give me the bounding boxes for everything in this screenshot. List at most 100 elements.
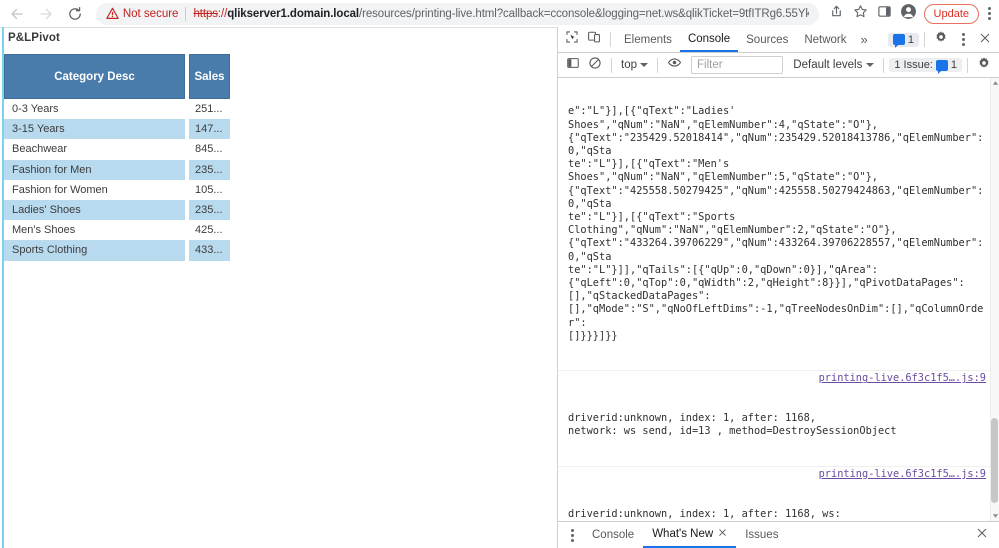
- live-expression-button[interactable]: [663, 54, 685, 76]
- console-scrollbar-thumb[interactable]: [991, 418, 998, 503]
- console-context-label: top: [621, 59, 637, 71]
- table-cell-sales[interactable]: 235...: [189, 199, 230, 221]
- kebab-menu-icon: [570, 528, 574, 543]
- devtools-close-button[interactable]: [974, 29, 996, 51]
- devtools-settings-button[interactable]: [930, 29, 952, 51]
- profile-button[interactable]: [897, 2, 921, 26]
- side-panel-button[interactable]: [873, 2, 897, 26]
- reload-icon: [67, 6, 83, 22]
- url-scheme: https: [193, 7, 218, 20]
- devtools-menu-button[interactable]: [952, 29, 974, 51]
- console-log-area: e":"L"}],[{"qText":"Ladies' Shoes","qNum…: [558, 78, 999, 521]
- console-levels-label: Default levels: [793, 59, 863, 71]
- table-cell-sales[interactable]: 235...: [189, 159, 230, 180]
- table-row[interactable]: 0-3 Years: [4, 99, 185, 120]
- console-log-entry[interactable]: printing-live.6f3c1f5….js:9 driverid:unk…: [558, 467, 990, 521]
- console-log-levels-selector[interactable]: Default levels: [789, 59, 878, 71]
- devtools-panel: Elements Console Sources Network » 1 top…: [557, 27, 999, 548]
- device-toolbar-icon: [587, 30, 601, 49]
- table-row[interactable]: Sports Clothing: [4, 240, 185, 261]
- tab-console[interactable]: Console: [679, 27, 739, 52]
- share-button[interactable]: [825, 2, 849, 26]
- drawer-menu-button[interactable]: [561, 524, 583, 546]
- drawer-tab-label: Issues: [745, 529, 779, 541]
- console-sidebar-button[interactable]: [562, 54, 584, 76]
- kebab-menu-icon: [961, 32, 965, 47]
- devtools-tabbar: Elements Console Sources Network » 1: [558, 27, 999, 53]
- more-tabs-button[interactable]: »: [855, 32, 874, 47]
- table-row[interactable]: Fashion for Men: [4, 159, 185, 180]
- bookmark-button[interactable]: [849, 2, 873, 26]
- issues-counter[interactable]: 1 Issue: 1: [889, 58, 962, 74]
- drawer-tab-whats-new[interactable]: What's New: [643, 522, 737, 548]
- not-secure-label: Not secure: [122, 7, 179, 20]
- console-log-source-link[interactable]: printing-live.6f3c1f5….js:9: [819, 468, 986, 481]
- table-cell-sales[interactable]: 251...: [189, 99, 230, 120]
- back-button[interactable]: [4, 1, 29, 27]
- console-log-source-link[interactable]: printing-live.6f3c1f5….js:9: [819, 372, 986, 385]
- drawer-tab-issues[interactable]: Issues: [736, 522, 787, 548]
- url-path: /resources/printing-live.html?callback=c…: [359, 7, 809, 20]
- pivot-column-dimension: Category Desc 0-3 Years 3-15 Years Beach…: [4, 54, 185, 261]
- messages-badge[interactable]: 1: [887, 32, 919, 48]
- column-header-category[interactable]: Category Desc: [4, 54, 185, 99]
- console-scrollbar[interactable]: [990, 78, 999, 521]
- table-row[interactable]: Beachwear: [4, 139, 185, 160]
- table-row[interactable]: Fashion for Women: [4, 179, 185, 200]
- console-log-entry[interactable]: printing-live.6f3c1f5….js:9 driverid:unk…: [558, 371, 990, 467]
- table-row[interactable]: Men's Shoes: [4, 220, 185, 241]
- close-icon: [976, 526, 988, 544]
- tabbar-divider-2: [924, 32, 925, 47]
- console-settings-button[interactable]: [973, 54, 995, 76]
- table-cell-sales[interactable]: 425...: [189, 220, 230, 241]
- gear-icon: [977, 56, 991, 75]
- console-filter-input[interactable]: [691, 56, 784, 74]
- arrow-left-icon: [9, 6, 25, 22]
- warning-triangle-icon: [106, 7, 119, 20]
- clear-console-button[interactable]: [584, 54, 606, 76]
- table-cell-sales[interactable]: 433...: [189, 240, 230, 261]
- reload-button[interactable]: [63, 1, 88, 27]
- page-title: P&LPivot: [8, 32, 60, 44]
- table-row[interactable]: 3-15 Years: [4, 119, 185, 140]
- star-icon: [853, 4, 868, 24]
- update-button-label: Update: [933, 7, 970, 20]
- browser-menu-button[interactable]: [979, 2, 999, 26]
- devtools-drawer-tabbar: Console What's New Issues: [558, 521, 999, 548]
- close-icon[interactable]: [718, 528, 727, 540]
- scroll-up-arrow-icon[interactable]: [992, 79, 999, 87]
- console-toolbar-divider-2: [657, 57, 658, 73]
- tab-network[interactable]: Network: [796, 27, 854, 52]
- url-host: qlikserver1.domain.local: [227, 7, 360, 20]
- gear-icon: [934, 30, 948, 49]
- console-log-entry[interactable]: e":"L"}],[{"qText":"Ladies' Shoes","qNum…: [558, 78, 990, 372]
- table-cell-sales[interactable]: 105...: [189, 179, 230, 200]
- share-icon: [829, 4, 844, 24]
- issues-count: 1: [950, 59, 957, 71]
- device-toolbar-button[interactable]: [583, 29, 605, 51]
- message-badge-icon: [892, 34, 905, 48]
- messages-badge-count: 1: [907, 33, 914, 46]
- chevron-down-icon: [640, 63, 648, 67]
- update-button[interactable]: Update: [923, 3, 980, 24]
- console-log-list: e":"L"}],[{"qText":"Ladies' Shoes","qNum…: [558, 78, 990, 521]
- address-bar[interactable]: Not secure https://qlikserver1.domain.lo…: [95, 2, 819, 25]
- table-cell-sales[interactable]: 147...: [189, 119, 230, 140]
- console-context-selector[interactable]: top: [617, 59, 652, 71]
- inspect-element-button[interactable]: [561, 29, 583, 51]
- table-cell-sales[interactable]: 845...: [189, 139, 230, 160]
- tab-sources[interactable]: Sources: [738, 27, 796, 52]
- drawer-tab-console[interactable]: Console: [583, 522, 643, 548]
- pivot-table: Category Desc 0-3 Years 3-15 Years Beach…: [4, 54, 230, 261]
- console-log-text: driverid:unknown, index: 1, after: 1168,…: [568, 412, 897, 438]
- forward-button[interactable]: [33, 1, 58, 27]
- drawer-close-button[interactable]: [971, 524, 993, 546]
- inspect-element-icon: [565, 30, 579, 49]
- url-text: https://qlikserver1.domain.local/resourc…: [193, 8, 808, 20]
- tabbar-divider: [610, 32, 611, 47]
- tab-elements[interactable]: Elements: [616, 27, 680, 52]
- console-log-text: e":"L"}],[{"qText":"Ladies' Shoes","qNum…: [568, 105, 984, 342]
- scroll-down-arrow-icon[interactable]: [992, 512, 999, 520]
- column-header-sales[interactable]: Sales: [189, 54, 230, 99]
- table-row[interactable]: Ladies' Shoes: [4, 199, 185, 221]
